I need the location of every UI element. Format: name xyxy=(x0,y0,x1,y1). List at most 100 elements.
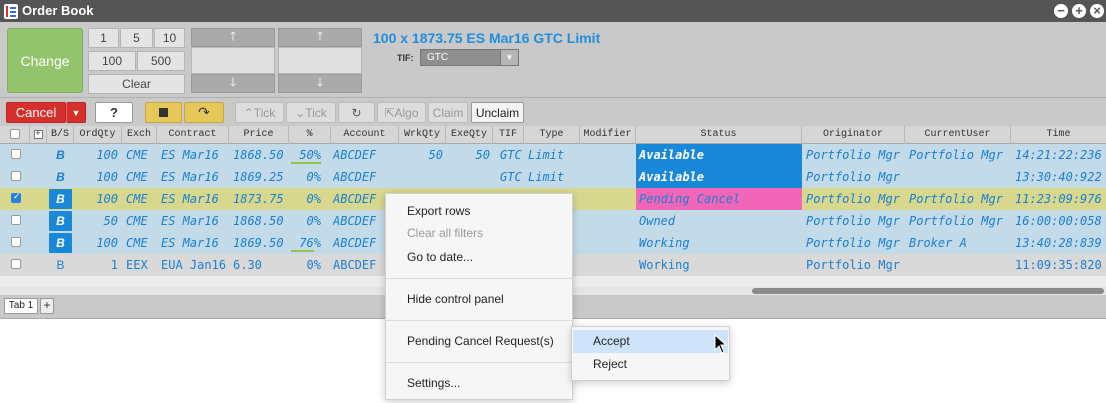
qty-1-button[interactable]: 1 xyxy=(88,28,119,48)
menu-item-settings[interactable]: Settings... xyxy=(407,376,460,390)
account-cell: ABCDEF xyxy=(333,258,377,272)
refresh-button[interactable]: ↻ xyxy=(338,102,375,123)
tab-1[interactable]: Tab 1 xyxy=(4,298,38,314)
currentuser-cell: Portfolio Mgr xyxy=(909,192,1003,206)
maximize-icon[interactable]: + xyxy=(1072,4,1086,18)
forward-button[interactable]: ↷ xyxy=(184,102,224,123)
qty-5-button[interactable]: 5 xyxy=(120,28,153,48)
qty-100-button[interactable]: 100 xyxy=(88,51,136,71)
price-cell: 1868.50 xyxy=(233,214,284,228)
tick-up-button[interactable]: ⌃ Tick xyxy=(235,102,284,123)
help-button[interactable]: ? xyxy=(95,102,133,123)
ordqty-cell: 100 xyxy=(96,236,118,250)
ordqty-cell: 100 xyxy=(96,170,118,184)
contract-cell: EUA Jan16 xyxy=(161,258,227,272)
title-bar: Order Book − + × xyxy=(0,0,1106,22)
col-pct[interactable]: % xyxy=(289,126,331,144)
col-status[interactable]: Status xyxy=(636,126,802,144)
menu-item-pending-cancel[interactable]: Pending Cancel Request(s) xyxy=(407,334,554,348)
row-checkbox[interactable] xyxy=(11,191,21,203)
col-currentuser[interactable]: CurrentUser xyxy=(905,126,1011,144)
forward-arrow-icon: ↷ xyxy=(198,104,210,120)
contract-cell: ES Mar16 xyxy=(161,192,219,206)
refresh-icon: ↻ xyxy=(351,105,362,120)
col-exch[interactable]: Exch xyxy=(122,126,157,144)
menu-item-clear-filters[interactable]: Clear all filters xyxy=(407,226,483,240)
col-modifier[interactable]: Modifier xyxy=(580,126,636,144)
scrollbar-thumb[interactable] xyxy=(752,288,1104,294)
price-cell: 1868.50 xyxy=(233,148,284,162)
arrow-up-icon[interactable]: 🡑 xyxy=(278,28,362,47)
select-all-checkbox[interactable] xyxy=(10,129,20,139)
algo-button[interactable]: ⇱ Algo xyxy=(377,102,426,123)
status-cell: Working xyxy=(639,236,690,250)
row-checkbox[interactable] xyxy=(11,259,21,269)
menu-item-export-rows[interactable]: Export rows xyxy=(407,204,470,218)
select-all-header[interactable] xyxy=(0,126,30,144)
row-checkbox[interactable] xyxy=(11,149,21,159)
cancel-button[interactable]: Cancel xyxy=(6,102,66,123)
arrow-up-icon[interactable]: 🡑 xyxy=(191,28,275,47)
menu-item-go-to-date[interactable]: Go to date... xyxy=(407,250,473,264)
control-panel: Change 1 5 10 100 500 Clear 🡑 🡓 🡑 🡓 100 … xyxy=(0,22,1106,98)
add-tab-button[interactable]: + xyxy=(40,298,54,314)
col-type[interactable]: Type xyxy=(524,126,580,144)
arrow-down-icon[interactable]: 🡓 xyxy=(191,74,275,93)
col-wrkqty[interactable]: WrkQty xyxy=(399,126,446,144)
stop-button[interactable] xyxy=(145,102,182,123)
originator-cell: Portfolio Mgr xyxy=(806,148,900,162)
time-cell: 11:09:35:820 xyxy=(1015,258,1102,272)
table-row[interactable]: B 100 CME ES Mar16 1868.50 50% ABCDEF 50… xyxy=(0,144,1106,166)
close-icon[interactable]: × xyxy=(1090,4,1104,18)
unclaim-button[interactable]: Unclaim xyxy=(471,102,524,123)
menu-item-accept[interactable]: Accept xyxy=(593,334,630,348)
col-bs[interactable]: B/S xyxy=(47,126,74,144)
external-link-icon: ⇱ xyxy=(384,105,395,120)
col-account[interactable]: Account xyxy=(331,126,399,144)
menu-item-reject[interactable]: Reject xyxy=(593,357,627,371)
status-cell: Working xyxy=(639,258,690,272)
currentuser-cell: Broker A xyxy=(909,236,967,250)
price-cell: 1873.75 xyxy=(233,192,284,206)
col-originator[interactable]: Originator xyxy=(802,126,905,144)
col-ordqty[interactable]: OrdQty xyxy=(74,126,122,144)
time-cell: 14:21:22:236 xyxy=(1015,148,1102,162)
bs-cell: B xyxy=(56,170,65,184)
stop-icon xyxy=(159,108,168,117)
cancel-dropdown-icon[interactable]: ▼ xyxy=(66,102,86,123)
clear-button[interactable]: Clear xyxy=(88,74,185,94)
pct-cell: 0% xyxy=(306,170,321,184)
minimize-icon[interactable]: − xyxy=(1054,4,1068,18)
grid-header: + B/S OrdQty Exch Contract Price % Accou… xyxy=(0,126,1106,144)
exch-cell: CME xyxy=(126,236,148,250)
change-button[interactable]: Change xyxy=(7,28,83,93)
account-cell: ABCDEF xyxy=(333,192,377,206)
price-input-2[interactable] xyxy=(278,47,362,74)
expand-header[interactable]: + xyxy=(30,126,47,144)
qty-10-button[interactable]: 10 xyxy=(154,28,185,48)
type-cell: Limit xyxy=(528,148,565,162)
row-checkbox[interactable] xyxy=(11,171,21,181)
arrow-down-icon[interactable]: 🡓 xyxy=(278,74,362,93)
col-contract[interactable]: Contract xyxy=(157,126,229,144)
price-input-1[interactable] xyxy=(191,47,275,74)
col-price[interactable]: Price xyxy=(229,126,289,144)
menu-item-hide-control-panel[interactable]: Hide control panel xyxy=(407,292,504,306)
order-description: 100 x 1873.75 ES Mar16 GTC Limit xyxy=(373,30,601,46)
status-cell: Available xyxy=(636,166,802,188)
tif-select[interactable]: GTC ▼ xyxy=(420,49,519,66)
qty-500-button[interactable]: 500 xyxy=(137,51,185,71)
row-checkbox[interactable] xyxy=(11,215,21,225)
table-row[interactable]: B 100 CME ES Mar16 1869.25 0% ABCDEF GTC… xyxy=(0,166,1106,188)
col-exeqty[interactable]: ExeQty xyxy=(446,126,493,144)
col-time[interactable]: Time xyxy=(1011,126,1106,144)
claim-button[interactable]: Claim xyxy=(428,102,468,123)
pct-bar xyxy=(291,162,321,164)
price-cell: 1869.50 xyxy=(233,236,284,250)
row-checkbox[interactable] xyxy=(11,237,21,247)
pct-bar xyxy=(291,250,314,252)
col-tif[interactable]: TIF xyxy=(493,126,524,144)
expand-icon[interactable]: + xyxy=(33,130,43,139)
tif-label: TIF: xyxy=(397,53,414,63)
tick-down-button[interactable]: ⌄ Tick xyxy=(286,102,336,123)
